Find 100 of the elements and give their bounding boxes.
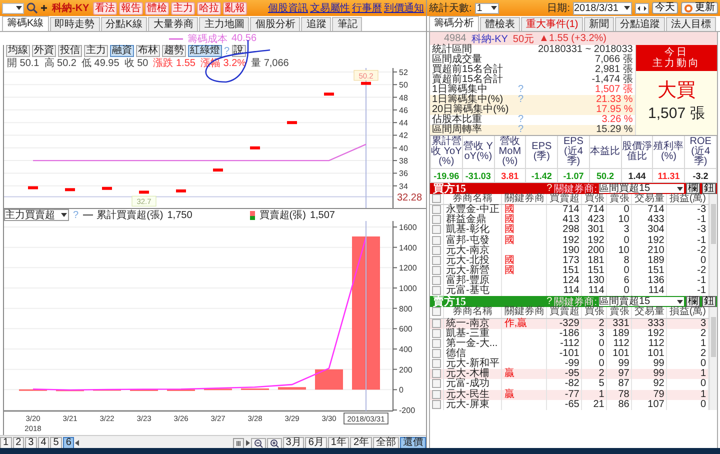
stat-value: -1,474 張 bbox=[590, 75, 633, 85]
table-cell: -112 bbox=[560, 338, 580, 349]
table-cell: 21 bbox=[593, 398, 604, 410]
legend-label: 累計買賣超(張) bbox=[96, 208, 164, 222]
y-tick: 1200 bbox=[392, 264, 417, 273]
table-cell: -1 bbox=[697, 234, 706, 246]
table-cell: 79 bbox=[653, 388, 664, 400]
table-cell: 192 bbox=[588, 234, 604, 246]
stock-change: ▲1.55 (+3.2%) bbox=[539, 33, 606, 44]
stock-name: 科納-KY bbox=[471, 32, 508, 44]
table-cell: 國 bbox=[504, 254, 514, 266]
y-tick: 400 bbox=[392, 345, 412, 354]
table-cell: 99 bbox=[653, 358, 664, 370]
quote-item: 收 50 bbox=[124, 56, 148, 70]
table-cell: 192 bbox=[562, 234, 580, 246]
table-cell: 200 bbox=[588, 244, 604, 256]
table-cell: 國 bbox=[504, 234, 514, 246]
y-tick-label: 1200 bbox=[399, 264, 418, 273]
table-cell: -1 bbox=[697, 285, 706, 296]
table-cell: 714 bbox=[562, 204, 580, 216]
table-cell: 贏 bbox=[504, 368, 514, 380]
y-tick: 1000 bbox=[392, 284, 417, 293]
table-cell: 714 bbox=[588, 204, 604, 216]
table-cell: -101 bbox=[559, 348, 580, 360]
y-tick: 800 bbox=[392, 304, 412, 314]
table-cell: 第一金-大... bbox=[446, 338, 498, 349]
stat-label: 1日籌碼集中(%) bbox=[432, 95, 504, 105]
stat-value: 20180331 ~ 2018033 bbox=[538, 45, 633, 55]
table-cell: 189 bbox=[612, 328, 630, 339]
table-cell: -82 bbox=[564, 378, 580, 390]
table-cell: 統一-南京 bbox=[446, 318, 490, 329]
table-cell: 10 bbox=[618, 214, 630, 226]
verdict-subtitle: 主力動向 bbox=[652, 58, 700, 69]
table-cell: -186 bbox=[559, 328, 580, 339]
table-cell: -3 bbox=[697, 224, 706, 236]
table-cell: 德信 bbox=[446, 348, 466, 360]
table-cell: 304 bbox=[648, 224, 664, 236]
table-cell: 國 bbox=[504, 214, 514, 226]
table-cell: 210 bbox=[648, 244, 664, 256]
table-cell: -65 bbox=[564, 398, 580, 410]
y-tick-label: 1000 bbox=[399, 284, 418, 293]
quote-item: 量 7,066 bbox=[251, 56, 289, 70]
table-cell: 0 bbox=[624, 265, 630, 276]
y-tick-label: 50 bbox=[399, 80, 408, 90]
quote-item: 漲跌 1.55 bbox=[153, 56, 196, 70]
y-tick: 40 bbox=[392, 144, 408, 153]
table-cell: 元大-屏東 bbox=[446, 398, 490, 410]
table-cell: 189 bbox=[648, 254, 664, 266]
table-cell: 元富-成功 bbox=[446, 378, 490, 390]
table-cell: 86 bbox=[618, 398, 630, 410]
table-cell: 333 bbox=[648, 318, 664, 329]
stat-value: 1,507 張 bbox=[594, 85, 633, 95]
quote-item: 高 50.2 bbox=[44, 56, 76, 70]
table-cell: 101 bbox=[612, 348, 630, 360]
y-tick-label: 34 bbox=[399, 182, 408, 191]
table-cell: 0 bbox=[700, 398, 706, 410]
table-cell: 0 bbox=[624, 234, 630, 246]
y-tick-label: -200 bbox=[399, 406, 416, 415]
table-cell: 0 bbox=[598, 348, 604, 360]
stat-label: 區間成交量 bbox=[432, 55, 482, 65]
stat-label: 區間周轉率 bbox=[432, 125, 483, 135]
table-cell: 0 bbox=[700, 378, 706, 390]
table-cell: 114 bbox=[588, 285, 604, 296]
table-cell: 元大-南京 bbox=[446, 244, 490, 256]
table-cell: 3 bbox=[624, 224, 630, 236]
reference-label: 32.28 bbox=[397, 192, 422, 204]
table-cell: 3 bbox=[598, 328, 604, 339]
table-cell: 6 bbox=[624, 275, 630, 286]
y-tick-label: 42 bbox=[399, 131, 408, 140]
table-cell: 0 bbox=[598, 338, 604, 349]
table-cell: 714 bbox=[648, 204, 664, 216]
table-cell: 3 bbox=[700, 318, 706, 329]
y-tick: 52 bbox=[392, 68, 408, 77]
table-cell: 423 bbox=[588, 214, 604, 226]
quote-item: 低 49.95 bbox=[82, 56, 120, 70]
table-cell: 0 bbox=[700, 254, 706, 266]
table-cell: -2 bbox=[697, 244, 706, 256]
stock-name: 科納-KY bbox=[52, 2, 90, 15]
table-cell: 2 bbox=[598, 318, 604, 329]
table-cell: 贏 bbox=[504, 388, 514, 400]
table-cell: 151 bbox=[648, 265, 664, 276]
table-cell: -1 bbox=[697, 275, 706, 286]
y-tick: 50 bbox=[392, 80, 408, 90]
y-tick-label: 1600 bbox=[399, 223, 418, 232]
table-cell: 192 bbox=[648, 234, 664, 246]
table-cell: 元富-基屯 bbox=[446, 285, 490, 296]
table-cell: 124 bbox=[562, 275, 580, 286]
y-tick: 600 bbox=[392, 324, 412, 334]
table-cell: 10 bbox=[618, 244, 630, 256]
table-cell: 1 bbox=[700, 368, 706, 380]
stat-value: 15.29 % bbox=[595, 125, 633, 135]
y-tick: 42 bbox=[392, 131, 408, 140]
stat-label: 統計區間 bbox=[432, 45, 472, 55]
stat-label: 買超前15名合計 bbox=[432, 65, 504, 75]
y-tick-label: 600 bbox=[399, 324, 413, 334]
y-tick: 1600 bbox=[392, 223, 417, 232]
table-cell: -3 bbox=[697, 204, 706, 216]
table-cell: 136 bbox=[648, 275, 664, 286]
table-cell: 2 bbox=[598, 368, 604, 380]
y-tick-label: 0 bbox=[399, 386, 404, 395]
